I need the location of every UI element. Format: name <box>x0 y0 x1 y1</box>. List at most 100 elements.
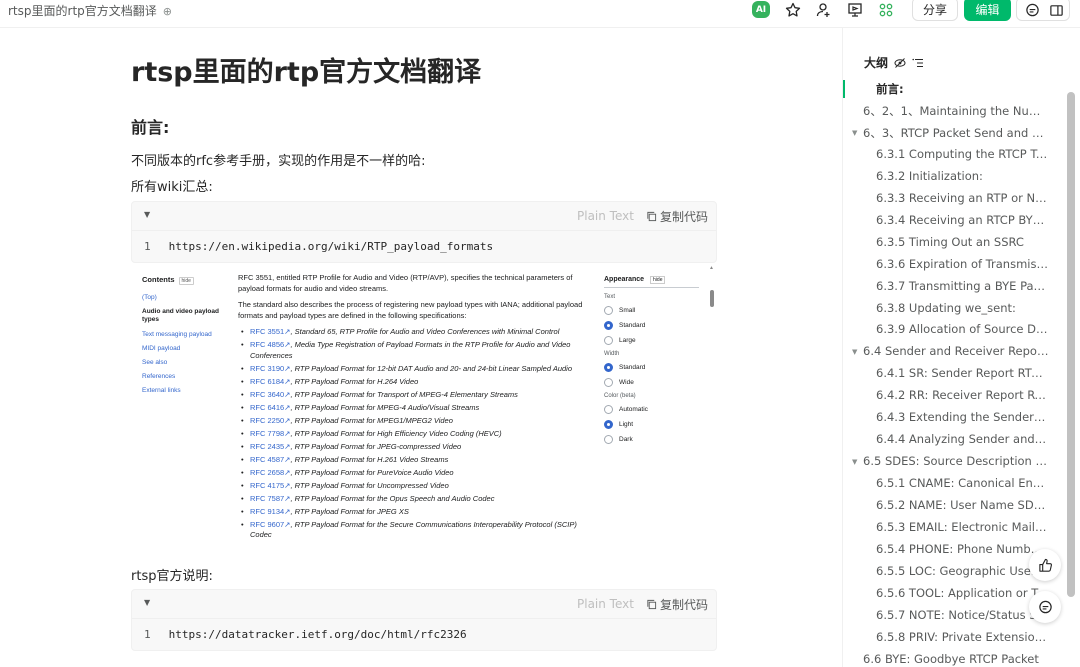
wiki-toc-item: External links <box>142 387 181 394</box>
outline-item[interactable]: 6.4.2 RR: Receiver Report RTCP Packet <box>876 388 1049 402</box>
copy-code-label: 复制代码 <box>660 598 709 612</box>
edit-button[interactable]: 编辑 <box>964 0 1011 21</box>
code-line: 1 https://en.wikipedia.org/wiki/RTP_paylo… <box>144 240 493 253</box>
wiki-rfc-item: RFC 2658↗, RTP Payload Format for PureVo… <box>238 468 588 479</box>
appearance-width-label: Width <box>604 351 620 357</box>
document-title: rtsp里面的rtp官方文档翻译 <box>131 57 482 88</box>
wiki-rfc-item: RFC 6184↗, RTP Payload Format for H.264 … <box>238 377 588 388</box>
heading-preface: 前言: <box>131 118 170 137</box>
ai-assistant-button[interactable]: AI <box>752 1 770 18</box>
copy-code-button[interactable]: 复制代码 <box>646 208 708 225</box>
copy-icon <box>647 599 657 610</box>
share-button[interactable]: 分享 <box>912 0 958 21</box>
appearance-option: Dark <box>604 435 699 444</box>
hide-eye-icon[interactable] <box>894 57 906 69</box>
wiki-rfc-item: RFC 4587↗, RTP Payload Format for H.261 … <box>238 455 588 466</box>
code-language-select[interactable]: Plain Text <box>577 597 634 611</box>
wiki-toc-item: Text messaging payload <box>142 331 212 338</box>
code-line: 1 https://datatracker.ietf.org/doc/html/r… <box>144 628 467 641</box>
presentation-icon[interactable] <box>844 0 866 20</box>
outline-item[interactable]: 6.5.5 LOC: Geographic User Location SDES… <box>876 564 1049 578</box>
page-scrollbar[interactable] <box>1067 92 1075 597</box>
appearance-option: Small <box>604 306 699 315</box>
outline-item[interactable]: 6.5 SDES: Source Description RTCP Packet <box>863 454 1049 468</box>
code-block-header: ▼ Plain Text 复制代码 <box>132 202 716 231</box>
wiki-rfc-link: RFC 6184↗ <box>250 376 291 386</box>
collapse-caret-icon[interactable]: ▼ <box>144 210 150 219</box>
wiki-rfc-text: , Media Type Registration of Payload For… <box>250 340 571 360</box>
wiki-rfc-text: , RTP Payload Format for MPEG1/MPEG2 Vid… <box>290 415 453 425</box>
appearance-text-label: Text <box>604 294 616 300</box>
outline-item[interactable]: 6.3.4 Receiving an RTCP BYE Packet <box>876 213 1049 227</box>
appearance-hide: hide <box>650 276 666 284</box>
outline-item[interactable]: 6.3.2 Initialization: <box>876 169 1049 183</box>
wiki-toc-item: (Top) <box>142 294 157 301</box>
outline-item[interactable]: 6.3.7 Transmitting a BYE Packet: <box>876 279 1049 293</box>
wiki-rfc-text: , RTP Payload Format for PureVoice Audio… <box>290 467 454 477</box>
star-icon[interactable] <box>782 0 804 20</box>
wiki-rfc-text: , RTP Payload Format for High Efficiency… <box>290 428 502 438</box>
outline-item[interactable]: 6.5.2 NAME: User Name SDES Item <box>876 498 1049 512</box>
outline-item[interactable]: 6.5.7 NOTE: Notice/Status SDES Item <box>876 608 1049 622</box>
outline-item[interactable]: 6.3.5 Timing Out an SSRC <box>876 235 1049 249</box>
comment-icon <box>1038 600 1052 613</box>
radio-selected-icon <box>604 363 613 372</box>
wiki-rfc-link: RFC 4175↗ <box>250 480 291 490</box>
outline-expand-caret-icon[interactable]: ▼ <box>852 129 857 137</box>
appearance-option-label: Automatic <box>619 406 648 413</box>
outline-item[interactable]: 6.5.3 EMAIL: Electronic Mail Address SDE… <box>876 520 1049 534</box>
outline-item[interactable]: 6.4.4 Analyzing Sender and Receiver Repo… <box>876 432 1049 446</box>
apps-icon[interactable] <box>875 0 897 20</box>
copy-code-button[interactable]: 复制代码 <box>646 596 708 613</box>
embedded-screenshot: Contents hide (Top) Audio and video paylo… <box>131 263 717 553</box>
line-number: 1 <box>144 628 151 641</box>
paragraph: rtsp官方说明: <box>131 569 213 584</box>
outline-item[interactable]: 6.3.8 Updating we_sent: <box>876 301 1049 315</box>
outline-item[interactable]: 6.5.8 PRIV: Private Extensions SDES Item <box>876 630 1049 644</box>
outline-item[interactable]: 6.3.6 Expiration of Transmission Timer <box>876 257 1049 271</box>
wiki-rfc-list: RFC 3551↗, Standard 65, RTP Profile for … <box>238 327 588 541</box>
thumbs-up-icon <box>1038 558 1052 572</box>
wiki-rfc-text: , RTP Payload Format for the Secure Comm… <box>250 519 577 540</box>
outline-item[interactable]: 6、3、RTCP Packet Send and Receive Rules <box>863 125 1049 141</box>
wiki-rfc-item: RFC 2435↗, RTP Payload Format for JPEG-c… <box>238 442 588 453</box>
outline-item[interactable]: 6.4 Sender and Receiver Reports <box>863 344 1049 358</box>
wiki-rfc-item: RFC 9134↗, RTP Payload Format for JPEG X… <box>238 507 588 518</box>
outline-item[interactable]: 6.5.1 CNAME: Canonical End-Point Identif… <box>876 476 1049 490</box>
outline-item[interactable]: 前言: <box>876 81 1049 97</box>
code-language-select[interactable]: Plain Text <box>577 209 634 223</box>
outline-item[interactable]: 6.6 BYE: Goodbye RTCP Packet <box>863 652 1049 666</box>
wiki-toc-item: MIDI payload <box>142 345 181 352</box>
wiki-rfc-link: RFC 4587↗ <box>250 454 291 464</box>
radio-icon <box>604 435 613 444</box>
appearance-option: Large <box>604 336 699 345</box>
outline-item[interactable]: 6.4.1 SR: Sender Report RTCP Packet <box>876 366 1049 380</box>
add-collaborator-icon[interactable] <box>813 0 835 20</box>
outline-item[interactable]: 6.5.6 TOOL: Application or Tool Name SDE… <box>876 586 1049 600</box>
outline-expand-caret-icon[interactable]: ▼ <box>852 458 857 466</box>
appearance-option-label: Light <box>619 421 634 428</box>
appearance-option-label: Small <box>619 307 636 314</box>
wiki-contents: Contents hide (Top) Audio and video paylo… <box>142 275 232 401</box>
outline-item[interactable]: 6.3.3 Receiving an RTP or Non-BYE RTCP P… <box>876 191 1049 205</box>
outline-item[interactable]: 6.5.4 PHONE: Phone Number SDES Item <box>876 542 1049 556</box>
outline-item[interactable]: 6.3.9 Allocation of Source Description B… <box>876 322 1049 336</box>
document-tab-title[interactable]: rtsp里面的rtp官方文档翻译 ⊕ <box>8 2 172 19</box>
wiki-rfc-link: RFC 3551↗ <box>250 327 291 336</box>
code-block: ▼ Plain Text 复制代码 1 https://en.wikipedia.… <box>131 201 717 263</box>
outline-item[interactable]: 6.3.1 Computing the RTCP Transmission In… <box>876 147 1049 161</box>
collapse-caret-icon[interactable]: ▼ <box>144 598 150 607</box>
radio-selected-icon <box>604 420 613 429</box>
outline-expand-caret-icon[interactable]: ▼ <box>852 348 857 356</box>
appearance-option: Wide <box>604 378 699 387</box>
sidebar-toggle-icon[interactable] <box>1045 0 1067 20</box>
wiki-rfc-item: RFC 3640↗, RTP Payload Format for Transp… <box>238 390 588 401</box>
comment-float-button[interactable] <box>1029 591 1061 623</box>
comment-icon[interactable] <box>1021 0 1043 20</box>
outline-item[interactable]: 6、2、1、Maintaining the Number of Session … <box>863 103 1049 119</box>
outline-list-icon[interactable] <box>912 57 924 69</box>
outline-item[interactable]: 6.4.3 Extending the Sender and Receiver … <box>876 410 1049 424</box>
like-button[interactable] <box>1029 549 1061 581</box>
wiki-rfc-text: , RTP Payload Format for MPEG-4 Audio/Vi… <box>290 402 480 412</box>
wiki-rfc-link: RFC 2250↗ <box>250 415 291 425</box>
